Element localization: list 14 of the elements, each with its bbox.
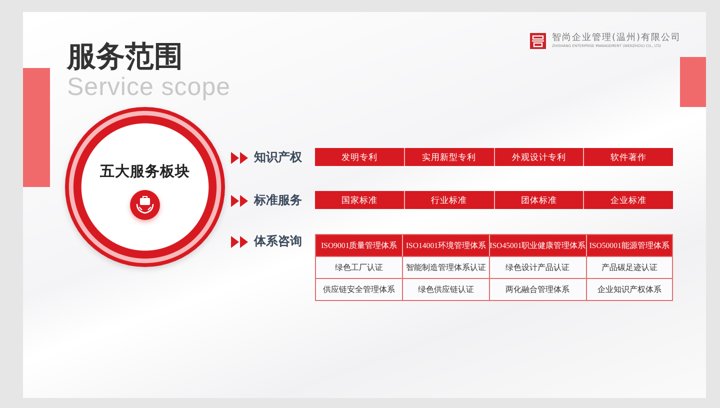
table-cell: 软件著作: [583, 148, 673, 166]
table-cell: 行业标准: [404, 191, 494, 209]
table-cell-text: 发明专利: [340, 151, 378, 164]
section-title: 知识产权: [254, 149, 302, 166]
table-cell: 外观设计专利: [494, 148, 584, 166]
section-title: 体系咨询: [254, 233, 302, 250]
slide-title: 服务范围: [67, 38, 184, 74]
table-cell: 团体标准: [494, 191, 584, 209]
table-cell: 企业标准: [583, 191, 673, 209]
company-name: 智尚企业管理(温州)有限公司: [552, 33, 681, 44]
section-title: 标准服务: [254, 192, 302, 209]
table-cell-text: 国家标准: [340, 194, 378, 207]
table-cell: 实用新型专利: [404, 148, 494, 166]
hub-label: 五大服务板块: [100, 162, 190, 181]
